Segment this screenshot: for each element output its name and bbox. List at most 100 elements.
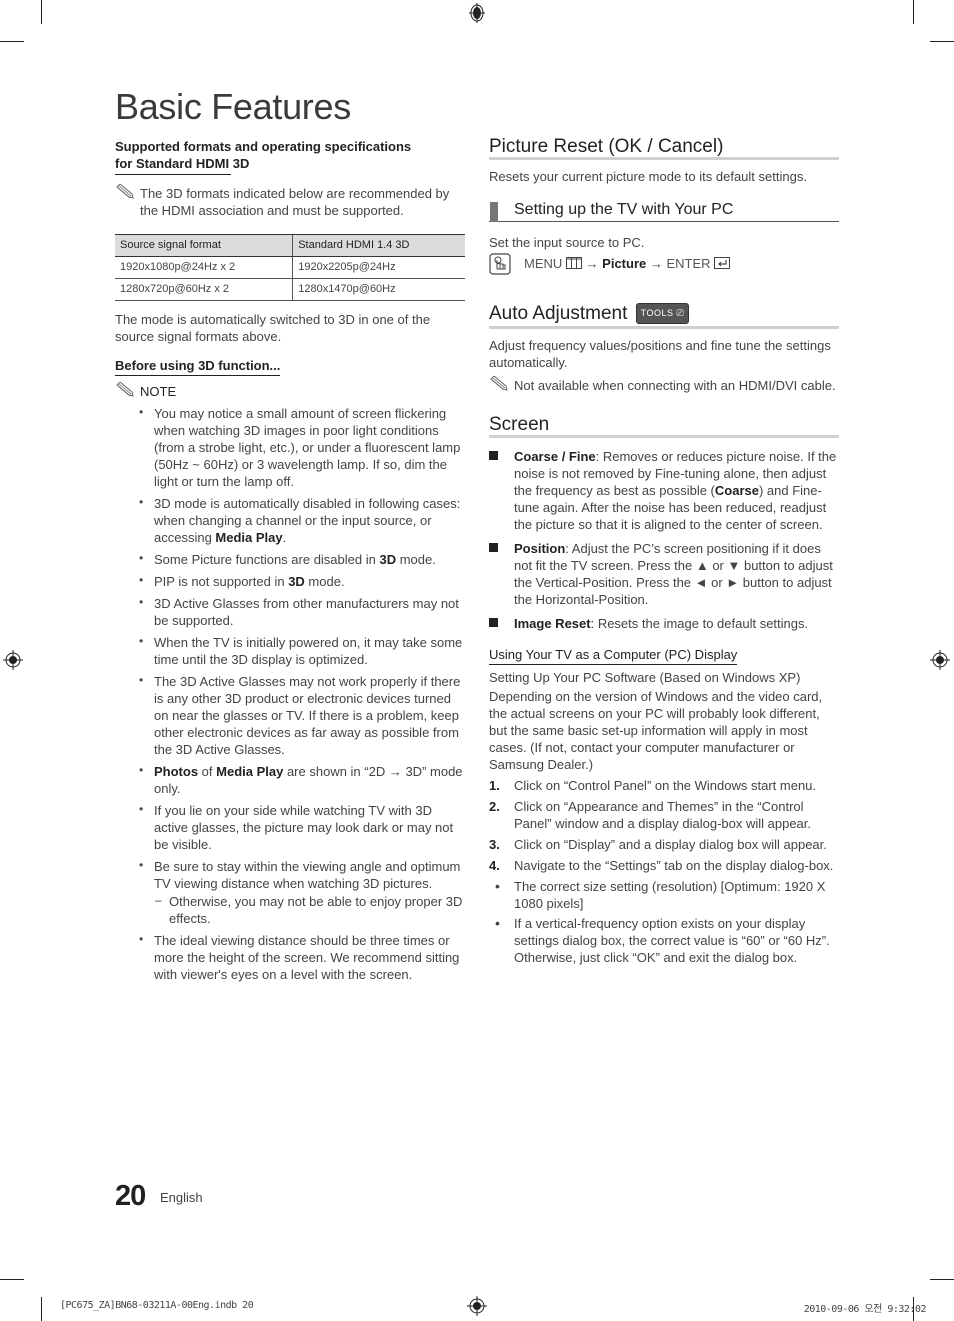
list-item: Image Reset: Resets the image to default… bbox=[489, 615, 839, 632]
note-label: NOTE bbox=[140, 384, 177, 399]
table-header: Standard HDMI 1.4 3D bbox=[292, 234, 465, 257]
setup-steps: 1. Click on “Control Panel” on the Window… bbox=[489, 777, 839, 874]
step-number: 3. bbox=[489, 837, 500, 852]
step-item: 1. Click on “Control Panel” on the Window… bbox=[489, 777, 839, 794]
crop-mark bbox=[0, 1279, 24, 1280]
slug-datetime: 2010-09-06 오전 9:32:02 bbox=[803, 1304, 927, 1315]
list-item: If a vertical-frequency option exists on… bbox=[495, 915, 839, 966]
left-column: Supported formats and operating specific… bbox=[115, 138, 465, 988]
list-item: The correct size setting (resolution) [O… bbox=[495, 878, 839, 912]
list-item: Be sure to stay within the viewing angle… bbox=[139, 857, 465, 892]
list-item-text: The 3D Active Glasses may not work prope… bbox=[154, 674, 461, 757]
step-item: 4. Navigate to the “Settings” tab on the … bbox=[489, 857, 839, 874]
list-item-text: When the TV is initially powered on, it … bbox=[154, 635, 463, 667]
mode-text: The mode is automatically switched to 3D… bbox=[115, 312, 431, 344]
bold-term: Media Play bbox=[216, 764, 284, 779]
step-text: Navigate to the “Settings” tab on the di… bbox=[514, 858, 834, 873]
bold-term: Media Play bbox=[215, 530, 283, 545]
section-bar bbox=[490, 202, 498, 222]
picture-menu-label: Picture bbox=[602, 256, 647, 271]
list-item-text: mode. bbox=[304, 574, 345, 589]
pc-setup-heading: Setting up the TV with Your PC bbox=[489, 201, 839, 222]
pc-setup-heading-text: Setting up the TV with Your PC bbox=[514, 201, 734, 218]
option-label: Coarse / Fine bbox=[514, 449, 596, 464]
table-row: 1920x1080p@24Hz x 2 1920x2205p@24Hz bbox=[115, 256, 465, 279]
option-label: Image Reset bbox=[514, 616, 591, 631]
heading-underline bbox=[115, 174, 231, 175]
pc-setup-text: Set the input source to PC. bbox=[489, 235, 645, 250]
bold-term: 3D bbox=[379, 552, 397, 567]
bold-term: Coarse bbox=[714, 483, 759, 498]
note-bullets: You may notice a small amount of screen … bbox=[115, 404, 465, 983]
step-item: 3. Click on “Display” and a display dialo… bbox=[489, 836, 839, 853]
registration-mark-icon bbox=[3, 650, 23, 670]
pencil-note-icon bbox=[490, 376, 508, 391]
note-block: NOTE bbox=[115, 382, 465, 400]
enter-icon bbox=[714, 257, 731, 269]
step-text: Click on “Control Panel” on the Windows … bbox=[514, 778, 817, 793]
list-item: Coarse / Fine: Removes or reduces pictur… bbox=[489, 448, 839, 533]
step-number: 2. bbox=[489, 799, 500, 814]
table-header-row: Source signal format Standard HDMI 1.4 3… bbox=[115, 234, 465, 257]
list-item-text: You may notice a small amount of screen … bbox=[154, 406, 461, 489]
table-header: Source signal format bbox=[115, 234, 293, 257]
auto-adjustment-heading: Auto Adjustment TOOLS ⎚ bbox=[489, 303, 839, 329]
pc-display-heading: Using Your TV as a Computer (PC) Display bbox=[489, 646, 738, 665]
setting-notes: The correct size setting (resolution) [O… bbox=[489, 878, 839, 966]
crop-mark bbox=[930, 1279, 954, 1280]
page-number: 20 bbox=[115, 1180, 146, 1212]
pencil-note-icon bbox=[116, 184, 134, 199]
enter-label: ENTER bbox=[666, 256, 711, 271]
pc-display-intro: Depending on the version of Windows and … bbox=[489, 689, 823, 772]
list-item: PIP is not supported in 3D mode. bbox=[139, 572, 465, 590]
step-number: 4. bbox=[489, 858, 500, 873]
step-number: 1. bbox=[489, 778, 500, 793]
list-item: 3D Active Glasses from other manufacture… bbox=[139, 594, 465, 629]
note-text: The 3D formats indicated below are recom… bbox=[140, 186, 450, 218]
formats-table: Source signal format Standard HDMI 1.4 3… bbox=[115, 234, 465, 301]
tools-icon: ⎚ bbox=[676, 308, 685, 318]
crop-mark bbox=[930, 41, 954, 42]
menu-path: MENU → Picture → ENTER bbox=[489, 253, 839, 275]
step-item: 2. Click on “Appearance and Themes” in th… bbox=[489, 798, 839, 832]
list-item-text: . bbox=[282, 530, 287, 545]
list-item: Some Picture functions are disabled in 3… bbox=[139, 550, 465, 568]
picture-reset-heading: Picture Reset (OK / Cancel) bbox=[489, 137, 839, 160]
tools-badge: TOOLS ⎚ bbox=[635, 303, 690, 324]
arrow: → bbox=[649, 256, 663, 271]
registration-mark-icon bbox=[469, 3, 485, 23]
table-cell: 1920x2205p@24Hz bbox=[292, 256, 465, 279]
step-text: Click on “Display” and a display dialog … bbox=[514, 837, 827, 852]
list-item: Photos of Media Play are shown in “2D → … bbox=[139, 762, 465, 797]
table-cell: 1280x1470p@60Hz bbox=[292, 278, 465, 301]
list-item-text: 3D mode is automatically disabled in fol… bbox=[154, 496, 461, 545]
list-item: The 3D Active Glasses may not work prope… bbox=[139, 672, 465, 758]
pc-display-subtitle: Setting Up Your PC Software (Based on Wi… bbox=[489, 670, 801, 685]
formats-heading: Supported formats and operating specific… bbox=[115, 139, 412, 171]
bold-term: Photos bbox=[154, 764, 199, 779]
page-language: English bbox=[160, 1190, 203, 1205]
auto-adjustment-note: Not available when connecting with an HD… bbox=[489, 376, 839, 394]
list-item-text: of bbox=[198, 764, 217, 779]
crop-mark bbox=[0, 41, 24, 42]
table-cell: 1280x720p@60Hz x 2 bbox=[115, 278, 293, 301]
arrow: → bbox=[585, 256, 599, 271]
auto-adjustment-text: Adjust frequency values/positions and fi… bbox=[489, 338, 831, 370]
list-item-text: mode. bbox=[396, 552, 436, 567]
crop-mark bbox=[41, 1297, 42, 1321]
option-label: Position bbox=[514, 541, 566, 556]
before-heading: Before using 3D function... bbox=[115, 357, 281, 376]
list-item: You may notice a small amount of screen … bbox=[139, 404, 465, 490]
formats-note: The 3D formats indicated below are recom… bbox=[115, 184, 465, 219]
list-item-text: Some Picture functions are disabled in bbox=[154, 552, 380, 567]
list-item-text: The ideal viewing distance should be thr… bbox=[154, 933, 460, 982]
pencil-note-icon bbox=[116, 382, 134, 397]
auto-adjustment-heading-text: Auto Adjustment bbox=[489, 303, 628, 324]
list-item: Position: Adjust the PC’s screen positio… bbox=[489, 540, 839, 608]
hand-remote-icon bbox=[489, 253, 511, 275]
menu-label: MENU bbox=[524, 256, 563, 271]
screen-options: Coarse / Fine: Removes or reduces pictur… bbox=[489, 448, 839, 632]
list-item: 3D mode is automatically disabled in fol… bbox=[139, 494, 465, 546]
page-title: Basic Features bbox=[115, 86, 351, 127]
tools-label: TOOLS bbox=[640, 308, 674, 318]
